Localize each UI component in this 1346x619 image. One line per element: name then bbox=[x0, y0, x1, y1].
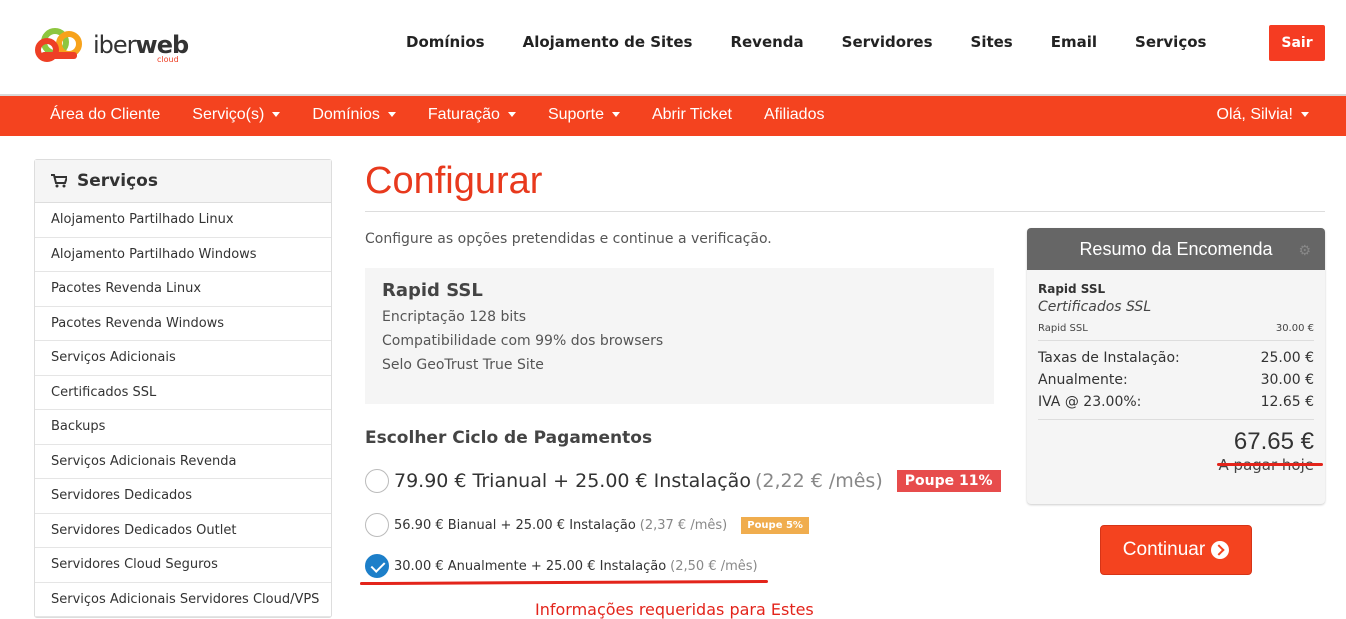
nav-faturacao[interactable]: Faturação bbox=[428, 106, 516, 124]
summary-row-vat: IVA @ 23.00%: 12.65 € bbox=[1038, 394, 1314, 410]
option-label: 56.90 € Bianual + 25.00 € Instalação bbox=[394, 517, 636, 533]
sidebar-services: Serviços Alojamento Partilhado Linux Alo… bbox=[34, 159, 332, 618]
summary-row-annual: Anualmente: 30.00 € bbox=[1038, 372, 1314, 388]
sidebar-item[interactable]: Servidores Cloud Seguros bbox=[35, 548, 331, 583]
topnav-servicos[interactable]: Serviços bbox=[1135, 33, 1206, 51]
product-feature: Selo GeoTrust True Site bbox=[382, 357, 544, 373]
summary-total: 67.65 € bbox=[1233, 428, 1314, 455]
sidebar-header: Serviços bbox=[35, 160, 331, 203]
topnav-dominios[interactable]: Domínios bbox=[406, 33, 485, 51]
annotation-underline bbox=[359, 579, 769, 586]
nav-suporte[interactable]: Suporte bbox=[548, 106, 620, 124]
option-label: 30.00 € Anualmente + 25.00 € Instalação bbox=[394, 558, 667, 574]
topnav-email[interactable]: Email bbox=[1051, 33, 1097, 51]
caret-down-icon bbox=[507, 112, 516, 118]
product-feature: Compatibilidade com 99% dos browsers bbox=[382, 333, 664, 349]
arrow-right-circle-icon bbox=[1211, 541, 1230, 559]
sidebar-item[interactable]: Serviços Adicionais bbox=[35, 341, 331, 376]
topnav-revenda[interactable]: Revenda bbox=[730, 33, 803, 51]
sidebar-item[interactable]: Serviços Adicionais Servidores Cloud/VPS bbox=[35, 583, 331, 617]
topnav-alojamento[interactable]: Alojamento de Sites bbox=[523, 33, 693, 51]
header: iberweb cloud Domínios Alojamento de Sit… bbox=[0, 0, 1346, 94]
sidebar-item[interactable]: Serviços Adicionais Revenda bbox=[35, 445, 331, 479]
summary-row-setup: Taxas de Instalação: 25.00 € bbox=[1038, 350, 1314, 366]
user-menu[interactable]: Olá, Silvia! bbox=[1217, 106, 1309, 124]
sidebar-title: Serviços bbox=[77, 171, 158, 191]
logo-subtitle: cloud bbox=[157, 55, 179, 64]
option-monthly: (2,50 € /mês) bbox=[670, 558, 758, 574]
product-name: Rapid SSL bbox=[382, 280, 483, 301]
savings-badge: Poupe 11% bbox=[896, 470, 1001, 492]
sidebar-item[interactable]: Pacotes Revenda Windows bbox=[35, 307, 331, 341]
top-navigation: Domínios Alojamento de Sites Revenda Ser… bbox=[406, 33, 1244, 51]
nav-servicos[interactable]: Serviço(s) bbox=[192, 106, 281, 124]
sidebar-item[interactable]: Certificados SSL bbox=[35, 376, 331, 410]
line-value: 30.00 € bbox=[1275, 323, 1314, 334]
sidebar-item[interactable]: Alojamento Partilhado Linux bbox=[35, 203, 331, 238]
caret-down-icon bbox=[611, 112, 620, 118]
main-content: Configurar Configure as opções pretendid… bbox=[359, 160, 1325, 619]
line-label: Rapid SSL bbox=[1038, 323, 1088, 334]
sidebar-item[interactable]: Servidores Dedicados Outlet bbox=[35, 514, 331, 548]
cloud-logo-icon bbox=[35, 28, 82, 62]
logo[interactable]: iberweb cloud bbox=[33, 22, 189, 66]
nav-afiliados[interactable]: Afiliados bbox=[764, 106, 824, 124]
radio-button-checked[interactable] bbox=[365, 554, 389, 578]
summary-product: Rapid SSL bbox=[1038, 282, 1106, 296]
caret-down-icon bbox=[387, 112, 396, 118]
radio-button[interactable] bbox=[365, 513, 389, 537]
annotation-underline bbox=[1217, 463, 1323, 466]
divider bbox=[365, 211, 1325, 212]
option-monthly: (2,22 € /mês) bbox=[754, 470, 883, 492]
topnav-servidores[interactable]: Servidores bbox=[842, 33, 933, 51]
caret-down-icon bbox=[272, 112, 281, 118]
cart-icon bbox=[51, 174, 67, 188]
summary-line-item: Rapid SSL 30.00 € bbox=[1038, 323, 1314, 341]
option-label: 79.90 € Trianual + 25.00 € Instalação bbox=[394, 470, 751, 492]
summary-title: Resumo da Encomenda bbox=[1079, 238, 1273, 259]
gear-icon: ⚙ bbox=[1298, 242, 1311, 258]
page-title: Configurar bbox=[365, 160, 543, 202]
continue-button[interactable]: Continuar bbox=[1100, 525, 1252, 575]
sidebar-item[interactable]: Backups bbox=[35, 410, 331, 445]
summary-category: Certificados SSL bbox=[1038, 299, 1152, 315]
client-navbar: Área do Cliente Serviço(s) Domínios Fatu… bbox=[0, 94, 1346, 136]
summary-header: Resumo da Encomenda ⚙ bbox=[1027, 228, 1325, 270]
sidebar-item[interactable]: Alojamento Partilhado Windows bbox=[35, 238, 331, 272]
radio-button[interactable] bbox=[365, 469, 389, 493]
logout-button[interactable]: Sair bbox=[1269, 25, 1325, 61]
billing-option-trianual[interactable]: 79.90 € Trianual + 25.00 € Instalação (2… bbox=[365, 469, 1001, 493]
nav-dominios[interactable]: Domínios bbox=[312, 106, 396, 124]
product-info: Rapid SSL Encriptação 128 bits Compatibi… bbox=[365, 268, 994, 404]
intro-text: Configure as opções pretendidas e contin… bbox=[365, 231, 772, 247]
caret-down-icon bbox=[1301, 112, 1309, 118]
nav-area-cliente[interactable]: Área do Cliente bbox=[50, 106, 160, 124]
topnav-sites[interactable]: Sites bbox=[971, 33, 1013, 51]
option-monthly: (2,37 € /mês) bbox=[639, 517, 728, 533]
savings-badge: Poupe 5% bbox=[741, 516, 809, 534]
billing-option-anual[interactable]: 30.00 € Anualmente + 25.00 € Instalação … bbox=[365, 554, 758, 578]
sidebar-item[interactable]: Pacotes Revenda Linux bbox=[35, 272, 331, 307]
continue-label: Continuar bbox=[1122, 539, 1206, 560]
nav-abrir-ticket[interactable]: Abrir Ticket bbox=[652, 106, 732, 124]
sidebar-item[interactable]: Servidores Dedicados bbox=[35, 479, 331, 514]
billing-option-bianual[interactable]: 56.90 € Bianual + 25.00 € Instalação (2,… bbox=[365, 513, 809, 537]
order-summary: Resumo da Encomenda ⚙ Rapid SSL Certific… bbox=[1027, 228, 1325, 504]
billing-cycle-title: Escolher Ciclo de Pagamentos bbox=[365, 428, 653, 448]
product-feature: Encriptação 128 bits bbox=[382, 309, 527, 325]
